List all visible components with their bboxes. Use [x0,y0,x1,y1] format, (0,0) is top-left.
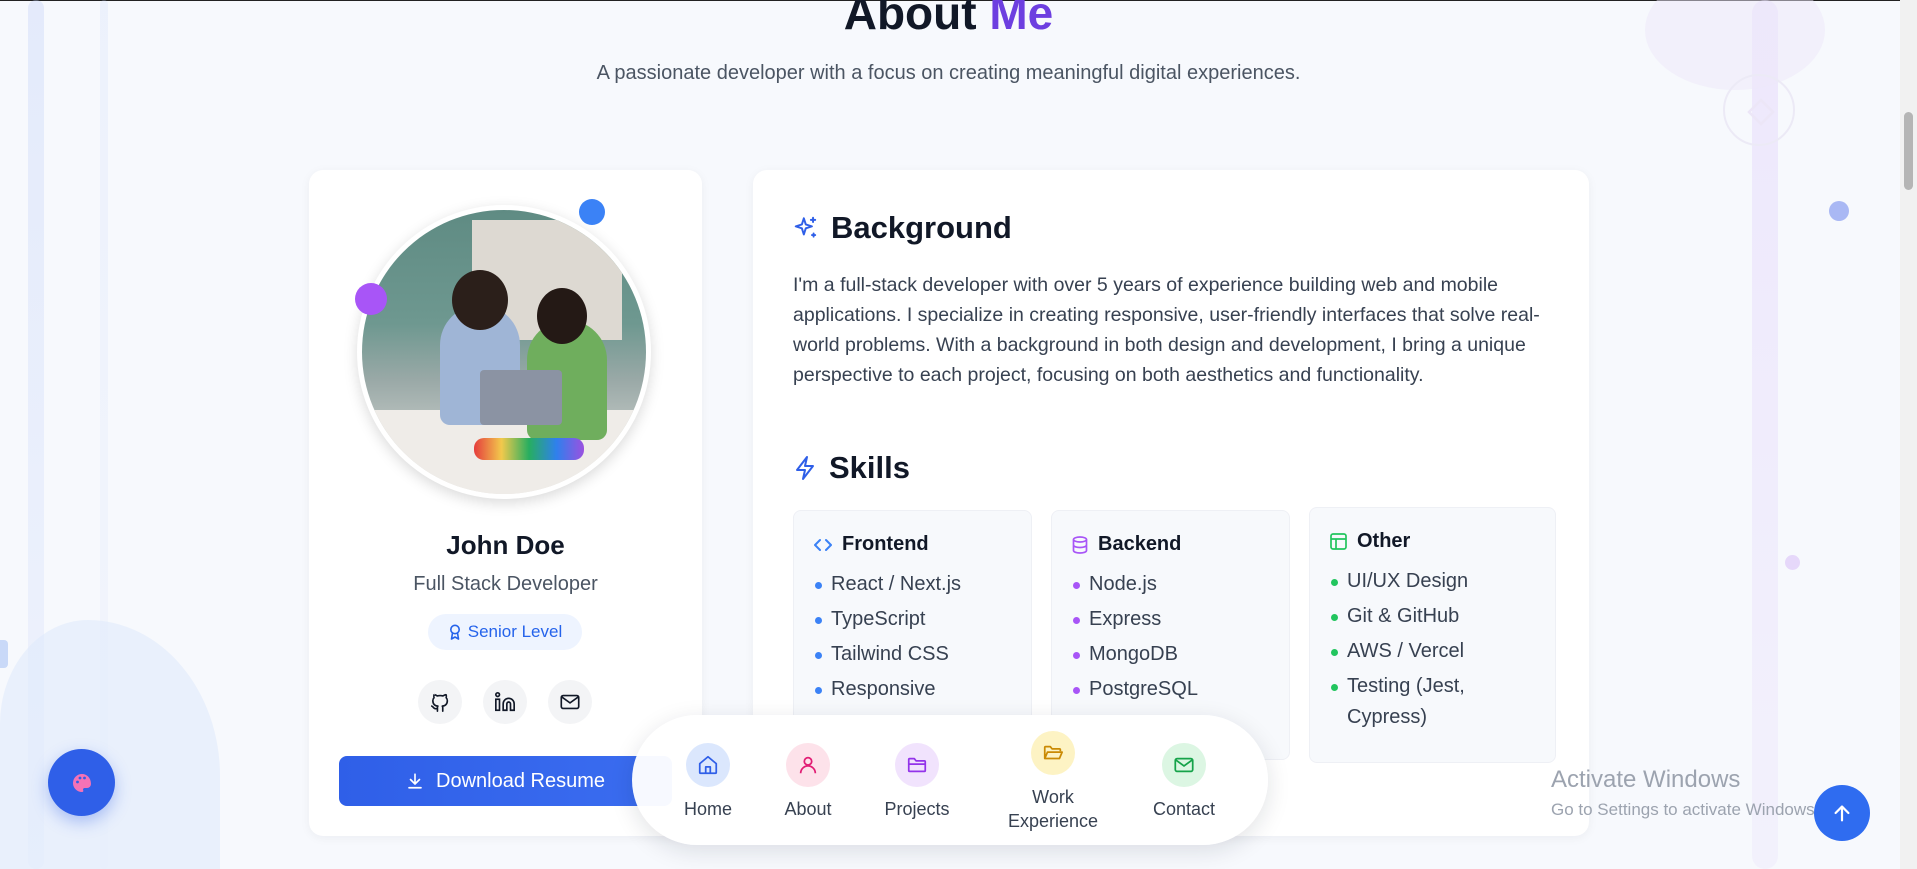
award-icon [449,624,460,640]
list-item: MongoDB [1072,639,1282,670]
floating-badge-icon [355,283,387,315]
watermark-title: Activate Windows [1551,766,1741,793]
mail-icon [1162,743,1206,787]
zap-icon [796,456,814,480]
section-subtitle: A passionate developer with a focus on c… [596,62,1301,84]
floating-badge-icon [579,199,605,225]
download-icon [408,773,422,789]
skills-frontend-title: Frontend [814,533,929,556]
windows-activation-watermark: Activate Windows Go to Settings to activ… [1551,766,1819,820]
watermark-subtitle: Go to Settings to activate Windows. [1551,800,1820,819]
bottom-nav: Home About Projects Work Experience Cont… [632,715,1268,845]
download-resume-button[interactable]: Download Resume [339,756,672,806]
scrollbar-thumb[interactable] [1904,112,1913,190]
linkedin-link[interactable] [483,680,527,724]
github-icon [430,693,449,712]
page-scrollbar[interactable] [1900,0,1917,869]
section-title-main: About [843,0,977,39]
nav-projects-label: Projects [884,799,950,819]
level-label: Senior Level [467,622,563,641]
decor-dot [1785,555,1800,570]
nav-about-label: About [784,799,832,819]
skills-other-title: Other [1330,530,1410,553]
nav-contact[interactable]: Contact [1129,743,1239,821]
background-text: I'm a full-stack developer with over 5 y… [793,274,1540,386]
database-icon [1072,535,1088,554]
background-blob [0,620,220,869]
skills-other-label: Other [1357,530,1411,552]
profile-name: John Doe [446,530,565,560]
nav-contact-label: Contact [1152,799,1216,819]
list-item: PostgreSQL [1072,674,1282,705]
theme-picker-button[interactable] [48,749,115,816]
skills-frontend-label: Frontend [842,533,929,555]
mail-icon [560,694,580,710]
avatar [355,199,651,499]
github-link[interactable] [418,680,462,724]
skills-other-list: UI/UX Design Git & GitHub AWS / Vercel T… [1330,566,1540,737]
skills-frontend-list: React / Next.js TypeScript Tailwind CSS … [814,569,1024,709]
list-item: Tailwind CSS [814,639,1024,670]
decor-dot [0,640,8,668]
laptop-icon [480,370,562,425]
email-link[interactable] [548,680,592,724]
decor-dot [1829,201,1849,221]
sparkles-icon [794,216,817,238]
nav-work-experience-label: Work Experience [1007,787,1099,831]
skills-backend-list: Node.js Express MongoDB PostgreSQL [1072,569,1282,709]
list-item: UI/UX Design [1330,566,1540,597]
list-item: Responsive [814,674,1024,705]
home-icon [686,743,730,787]
avatar-photo [362,210,646,494]
level-badge: Senior Level [428,614,582,650]
list-item: Express [1072,604,1282,635]
skills-other: Other UI/UX Design Git & GitHub AWS / Ve… [1309,507,1556,763]
skills-backend-label: Backend [1098,533,1182,555]
list-item: Git & GitHub [1330,601,1540,632]
folder-open-icon [1031,731,1075,775]
list-item: React / Next.js [814,569,1024,600]
profile-card: John Doe Full Stack Developer Senior Lev… [309,170,702,836]
download-resume-label: Download Resume [436,769,605,792]
arrow-up-icon [1834,805,1850,822]
palette-icon [72,773,91,792]
background-heading-text: Background [831,210,1012,245]
scroll-to-top-button[interactable] [1814,785,1870,841]
background-heading: Background [793,210,1012,246]
section-title: About Me [0,0,1897,40]
nav-home-label: Home [683,799,732,819]
list-item: TypeScript [814,604,1024,635]
layout-icon [1330,533,1347,550]
skills-heading: Skills [793,450,910,486]
list-item: Testing (Jest, Cypress) [1330,671,1540,733]
skills-heading-text: Skills [829,450,910,485]
code-icon [814,538,832,551]
skills-backend-title: Backend [1072,533,1181,556]
nav-about[interactable]: About [753,743,863,821]
list-item: AWS / Vercel [1330,636,1540,667]
nav-work-experience[interactable]: Work Experience [998,731,1108,833]
user-icon [786,743,830,787]
profile-role: Full Stack Developer [413,573,598,595]
nav-projects[interactable]: Projects [862,743,972,821]
section-title-accent: Me [989,0,1054,39]
folder-icon [895,743,939,787]
nav-home[interactable]: Home [653,743,763,821]
linkedin-icon [495,692,515,712]
list-item: Node.js [1072,569,1282,600]
